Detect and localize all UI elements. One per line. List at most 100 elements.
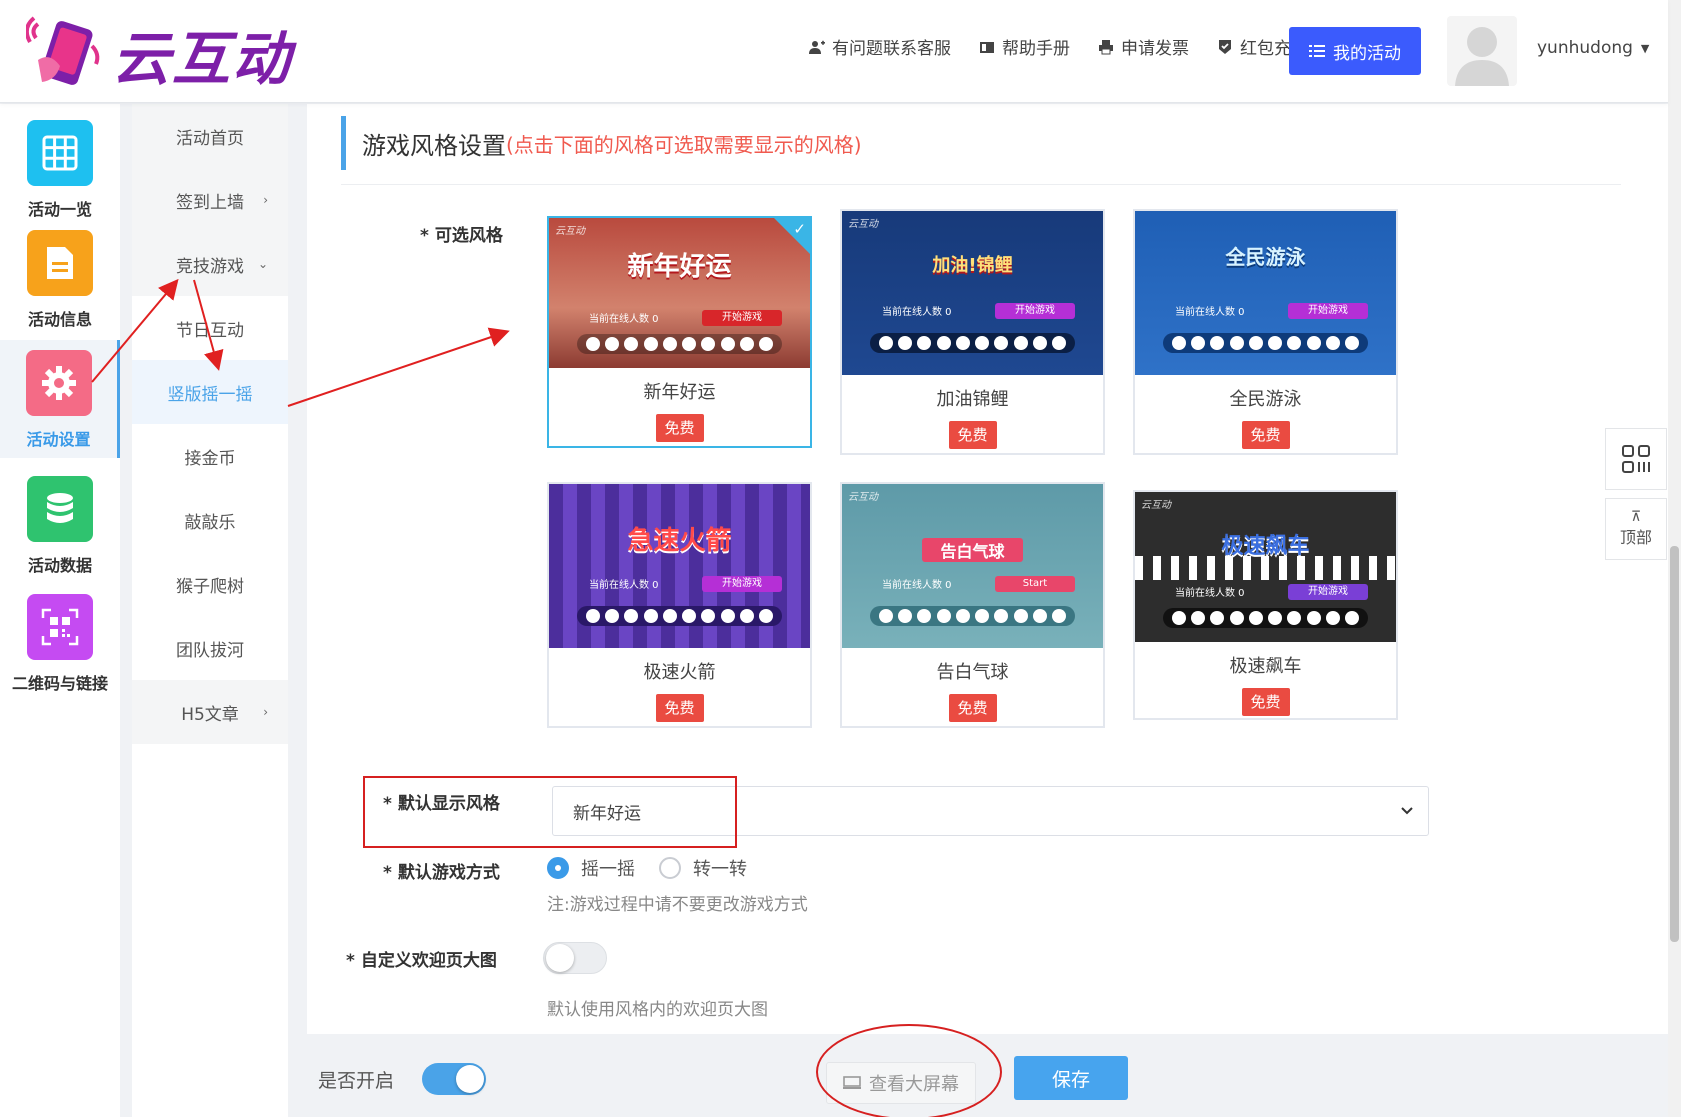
sub-nav-vertical-shake[interactable]: 竖版摇一摇	[132, 360, 288, 424]
scrollbar-thumb[interactable]	[1670, 546, 1679, 942]
thumb-online: 当前在线人数 0	[882, 580, 952, 591]
thumb-brand: 云互动	[1141, 500, 1171, 511]
invoice-link[interactable]: 申请发票	[1098, 34, 1189, 59]
sub-nav-signin-wall[interactable]: 签到上墙 ›	[132, 168, 288, 232]
sub-nav-label: 团队拔河	[176, 640, 244, 661]
thumb-title: 急速火箭	[627, 526, 732, 556]
free-badge: 免费	[948, 694, 997, 722]
thumb-title: 新年好运	[627, 252, 732, 282]
nav-activity-data[interactable]: 活动数据	[0, 466, 120, 576]
my-activity-button[interactable]: 我的活动	[1289, 27, 1421, 75]
user-menu[interactable]: yunhudong ▼	[1537, 38, 1649, 58]
nav-label: 活动数据	[27, 556, 92, 575]
style-card-new-year[interactable]: 云互动 新年好运 当前在线人数 0 开始游戏 ✓ 新年好运 免费	[547, 216, 812, 448]
grid-icon	[27, 120, 93, 186]
scrollbar[interactable]	[1668, 0, 1681, 1117]
sub-nav-monkey-climb[interactable]: 猴子爬树	[132, 552, 288, 616]
section-title-text: 游戏风格设置	[362, 131, 506, 160]
qrcode-icon	[27, 594, 93, 660]
contact-support-link[interactable]: 有问题联系客服	[809, 34, 951, 59]
nav-label: 活动信息	[27, 310, 92, 329]
my-activity-label: 我的活动	[1333, 43, 1401, 64]
nav-activity-info[interactable]: 活动信息	[0, 220, 120, 330]
thumb-title: 告白气球	[922, 538, 1023, 562]
thumb-dots	[870, 333, 1075, 353]
thumb-title: 加油!锦鲤	[932, 255, 1013, 276]
thumb-dots	[1163, 333, 1368, 353]
thumb-online: 当前在线人数 0	[1175, 588, 1245, 599]
shield-check-icon	[1219, 39, 1231, 54]
check-icon: ✓	[793, 220, 806, 238]
thumb-start: 开始游戏	[702, 310, 782, 326]
thumb-dots	[577, 606, 782, 626]
style-card-koi[interactable]: 云互动 加油!锦鲤 当前在线人数 0 开始游戏 加油锦鲤 免费	[840, 209, 1105, 455]
radio-label: 转一转	[693, 859, 747, 880]
sub-nav-label: 活动首页	[176, 128, 244, 149]
radio-label: 摇一摇	[581, 859, 635, 880]
radio-shake[interactable]: 摇一摇	[547, 855, 635, 881]
style-card-racing[interactable]: 云互动 极速飙车 当前在线人数 0 开始游戏 极速飙车 免费	[1133, 490, 1398, 720]
radio-dot-selected	[547, 857, 569, 879]
save-button[interactable]: 保存	[1014, 1056, 1128, 1100]
list-icon	[1309, 45, 1325, 57]
styles-label: * 可选风格	[420, 226, 503, 246]
sub-nav-h5-article[interactable]: H5文章 ›	[132, 680, 288, 744]
style-name: 全民游泳	[1229, 389, 1302, 410]
style-name: 告白气球	[936, 662, 1009, 683]
thumb-dots	[1163, 608, 1368, 628]
invoice-label: 申请发票	[1121, 39, 1189, 59]
sub-nav-label: 竞技游戏	[176, 256, 244, 277]
brand-logo[interactable]: 云互动	[24, 12, 292, 96]
custom-welcome-toggle[interactable]	[543, 942, 607, 974]
sub-nav-label: 竖版摇一摇	[167, 384, 253, 405]
caret-down-icon: ▼	[1640, 41, 1650, 55]
radio-spin[interactable]: 转一转	[659, 855, 747, 881]
free-badge: 免费	[1241, 688, 1290, 716]
enable-toggle[interactable]	[422, 1063, 486, 1095]
sub-nav-festival[interactable]: 节日互动	[132, 296, 288, 360]
game-mode-label: * 默认游戏方式	[383, 863, 500, 883]
thumb-brand: 云互动	[848, 492, 878, 503]
style-card-balloon[interactable]: 云互动 告白气球 当前在线人数 0 Start 告白气球 免费	[840, 482, 1105, 728]
free-badge: 免费	[655, 414, 704, 442]
nav-activity-overview[interactable]: 活动一览	[0, 110, 120, 220]
free-badge: 免费	[1241, 421, 1290, 449]
sub-nav-label: 节日互动	[176, 320, 244, 341]
thumb-start: Start	[995, 576, 1075, 592]
arrow-up-icon: ⊼	[1630, 509, 1642, 525]
avatar[interactable]	[1447, 16, 1517, 86]
username: yunhudong	[1537, 38, 1633, 58]
style-thumbnail: 全民游泳 当前在线人数 0 开始游戏	[1135, 211, 1396, 375]
enable-label: 是否开启	[318, 1070, 395, 1092]
sub-nav-catch-coins[interactable]: 接金币	[132, 424, 288, 488]
back-to-top-button[interactable]: ⊼ 顶部	[1605, 498, 1667, 560]
style-card-swim[interactable]: 全民游泳 当前在线人数 0 开始游戏 全民游泳 免费	[1133, 209, 1398, 455]
document-icon	[27, 230, 93, 296]
sub-nav-label: 签到上墙	[176, 192, 244, 213]
thumb-start: 开始游戏	[1288, 584, 1368, 600]
sub-nav-label: H5文章	[181, 704, 239, 725]
style-card-rocket[interactable]: 急速火箭 当前在线人数 0 开始游戏 极速火箭 免费	[547, 482, 812, 728]
qrcode-float-button[interactable]	[1605, 428, 1667, 490]
help-manual-link[interactable]: 帮助手册	[979, 34, 1070, 59]
chevron-down-icon	[1401, 807, 1413, 815]
chevron-right-icon: ›	[263, 193, 268, 207]
contact-support-label: 有问题联系客服	[832, 39, 951, 59]
nav-activity-settings[interactable]: 活动设置	[0, 340, 120, 458]
sub-nav-tug-of-war[interactable]: 团队拔河	[132, 616, 288, 680]
thumb-start: 开始游戏	[1288, 303, 1368, 319]
nav-qrcode-links[interactable]: 二维码与链接	[0, 584, 120, 694]
sub-nav-competitive-games[interactable]: 竞技游戏 ⌄	[132, 232, 288, 296]
sub-nav-label: 猴子爬树	[176, 576, 244, 597]
thumb-online: 当前在线人数 0	[1175, 307, 1245, 318]
toggle-knob	[456, 1065, 484, 1093]
database-icon	[27, 476, 93, 542]
book-icon	[980, 41, 994, 53]
style-thumbnail: 急速火箭 当前在线人数 0 开始游戏	[549, 484, 810, 648]
free-badge: 免费	[948, 421, 997, 449]
style-thumbnail: 云互动 加油!锦鲤 当前在线人数 0 开始游戏	[842, 211, 1103, 375]
sub-sidebar: 活动首页 签到上墙 › 竞技游戏 ⌄ 节日互动 竖版摇一摇 接金币 敲敲乐 猴子…	[132, 104, 288, 1117]
sub-nav-activity-home[interactable]: 活动首页	[132, 104, 288, 168]
thumb-online: 当前在线人数 0	[589, 314, 659, 325]
sub-nav-tap-tap[interactable]: 敲敲乐	[132, 488, 288, 552]
